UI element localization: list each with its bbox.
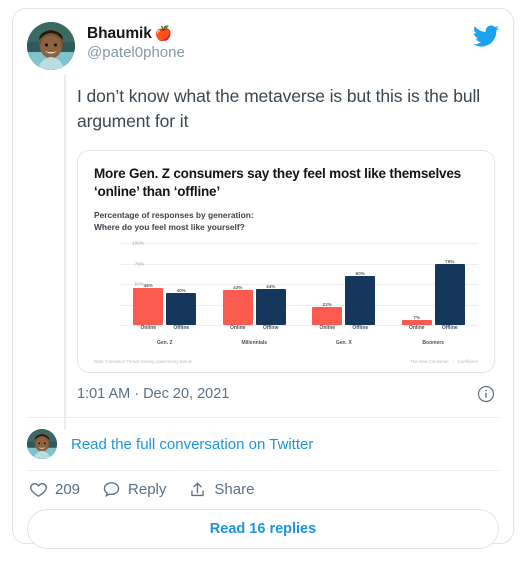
tweet-text: I don’t know what the metaverse is but t… (77, 86, 481, 131)
x-label-gen-x-offline: Offline (352, 325, 369, 332)
apple-emoji: 🍎 (154, 25, 173, 41)
display-name-text: Bhaumik (87, 25, 152, 42)
tweet-card: Bhaumik 🍎 @patel0phone I don’t know what … (12, 8, 514, 550)
group-name-boomers: Boomers (422, 340, 445, 347)
chart-title: More Gen. Z consumers say they feel most… (94, 165, 461, 199)
heart-icon (29, 480, 48, 499)
conversation-link[interactable]: Read the full conversation on Twitter (71, 436, 313, 453)
chart-subtitle: Percentage of responses by generation: W… (94, 210, 478, 234)
share-button[interactable]: Share (188, 480, 254, 499)
thread-line (64, 75, 66, 430)
x-label-boomers-offline: Offline (441, 325, 458, 332)
x-label-millennials-online: Online (229, 325, 246, 332)
share-label: Share (214, 481, 255, 499)
reply-button[interactable]: Reply (102, 480, 166, 499)
twitter-bird-icon[interactable] (473, 23, 499, 49)
chart-plot-area: 0% 25% 50% 75% 100% 46% 40% (94, 241, 479, 339)
bar-millennials-online: 43% (222, 243, 253, 326)
group-name-gen-x: Gen. X (335, 340, 352, 347)
display-name: Bhaumik 🍎 (87, 24, 185, 43)
bar-gen-x-offline: 60% (345, 243, 376, 326)
timestamp: 1:01 AM · Dec 20, 2021 (77, 386, 230, 403)
conversation-row[interactable]: Read the full conversation on Twitter (13, 418, 513, 470)
chart-group-names: Gen. Z Millennials Gen. X Boomers (120, 340, 478, 346)
like-count: 209 (55, 481, 81, 499)
bar-group-gen-x: 22% 60% (299, 243, 389, 326)
bar-group-millennials: 43% 44% (210, 243, 300, 326)
chart-footer: Data: Consumer Trends Survey, powered by… (94, 355, 478, 364)
bar-value-boomers-online: 7% (413, 314, 421, 320)
comment-icon (102, 480, 121, 499)
read-replies-button[interactable]: Read 16 replies (27, 509, 499, 550)
bar-value-gen-x-online: 22% (322, 302, 332, 308)
x-label-boomers-online: Online (408, 325, 425, 332)
chart-x-labels: Online Offline Online Offline Online Off… (120, 325, 478, 339)
embedded-chart-card[interactable]: More Gen. Z consumers say they feel most… (77, 149, 495, 374)
chart-subtitle-line1: Percentage of responses by generation: (94, 209, 254, 220)
group-name-millennials: Millennials (241, 340, 268, 347)
chart-bars: 46% 40% 43% 44% 22% 60% 7% 75% (120, 243, 479, 326)
bar-boomers-online: 7% (401, 243, 432, 326)
x-label-gen-z-online: Online (140, 325, 157, 332)
bar-group-gen-z: 46% 40% (120, 243, 210, 326)
chart-brand-separator: | (452, 359, 454, 365)
handle: @patel0phone (87, 44, 185, 62)
chart-brand: The New Consumer | Coefficient (410, 359, 478, 364)
bar-value-gen-z-online: 46% (143, 282, 153, 288)
bar-gen-z-online: 46% (133, 243, 164, 326)
chart-source: Data: Consumer Trends Survey, powered by… (94, 359, 193, 365)
info-icon[interactable] (477, 385, 495, 403)
bar-group-boomers: 7% 75% (389, 243, 479, 326)
reply-label: Reply (128, 481, 167, 499)
bar-boomers-offline: 75% (434, 243, 465, 326)
author-info: Bhaumik 🍎 @patel0phone (87, 22, 185, 63)
like-button[interactable]: 209 (29, 480, 80, 499)
bar-value-boomers-offline: 75% (445, 258, 455, 264)
tweet-meta-row: 1:01 AM · Dec 20, 2021 (77, 385, 495, 405)
x-label-millennials-offline: Offline (262, 325, 279, 332)
bar-millennials-offline: 44% (255, 243, 286, 326)
bar-gen-x-online: 22% (312, 243, 343, 326)
read-replies-container: Read 16 replies (13, 509, 513, 563)
avatar[interactable] (27, 22, 75, 70)
chart-brand-right: Coefficient (457, 359, 478, 365)
chart-subtitle-line2: Where do you feel most like yourself? (94, 221, 245, 232)
action-bar: 209 Reply Share (13, 471, 513, 509)
tweet-body: I don’t know what the metaverse is but t… (77, 70, 495, 405)
bar-value-gen-z-offline: 40% (176, 287, 186, 293)
share-icon (188, 480, 207, 499)
bar-value-millennials-offline: 44% (266, 284, 276, 290)
bar-gen-z-offline: 40% (166, 243, 197, 326)
x-label-gen-x-online: Online (319, 325, 336, 332)
x-label-gen-z-offline: Offline (173, 325, 190, 332)
tweet-header: Bhaumik 🍎 @patel0phone (13, 9, 513, 70)
chart-brand-left: The New Consumer (410, 359, 449, 365)
bar-value-gen-x-offline: 60% (355, 271, 365, 277)
group-name-gen-z: Gen. Z (156, 340, 173, 347)
conversation-avatar (27, 429, 57, 460)
bar-value-millennials-online: 43% (233, 285, 243, 291)
